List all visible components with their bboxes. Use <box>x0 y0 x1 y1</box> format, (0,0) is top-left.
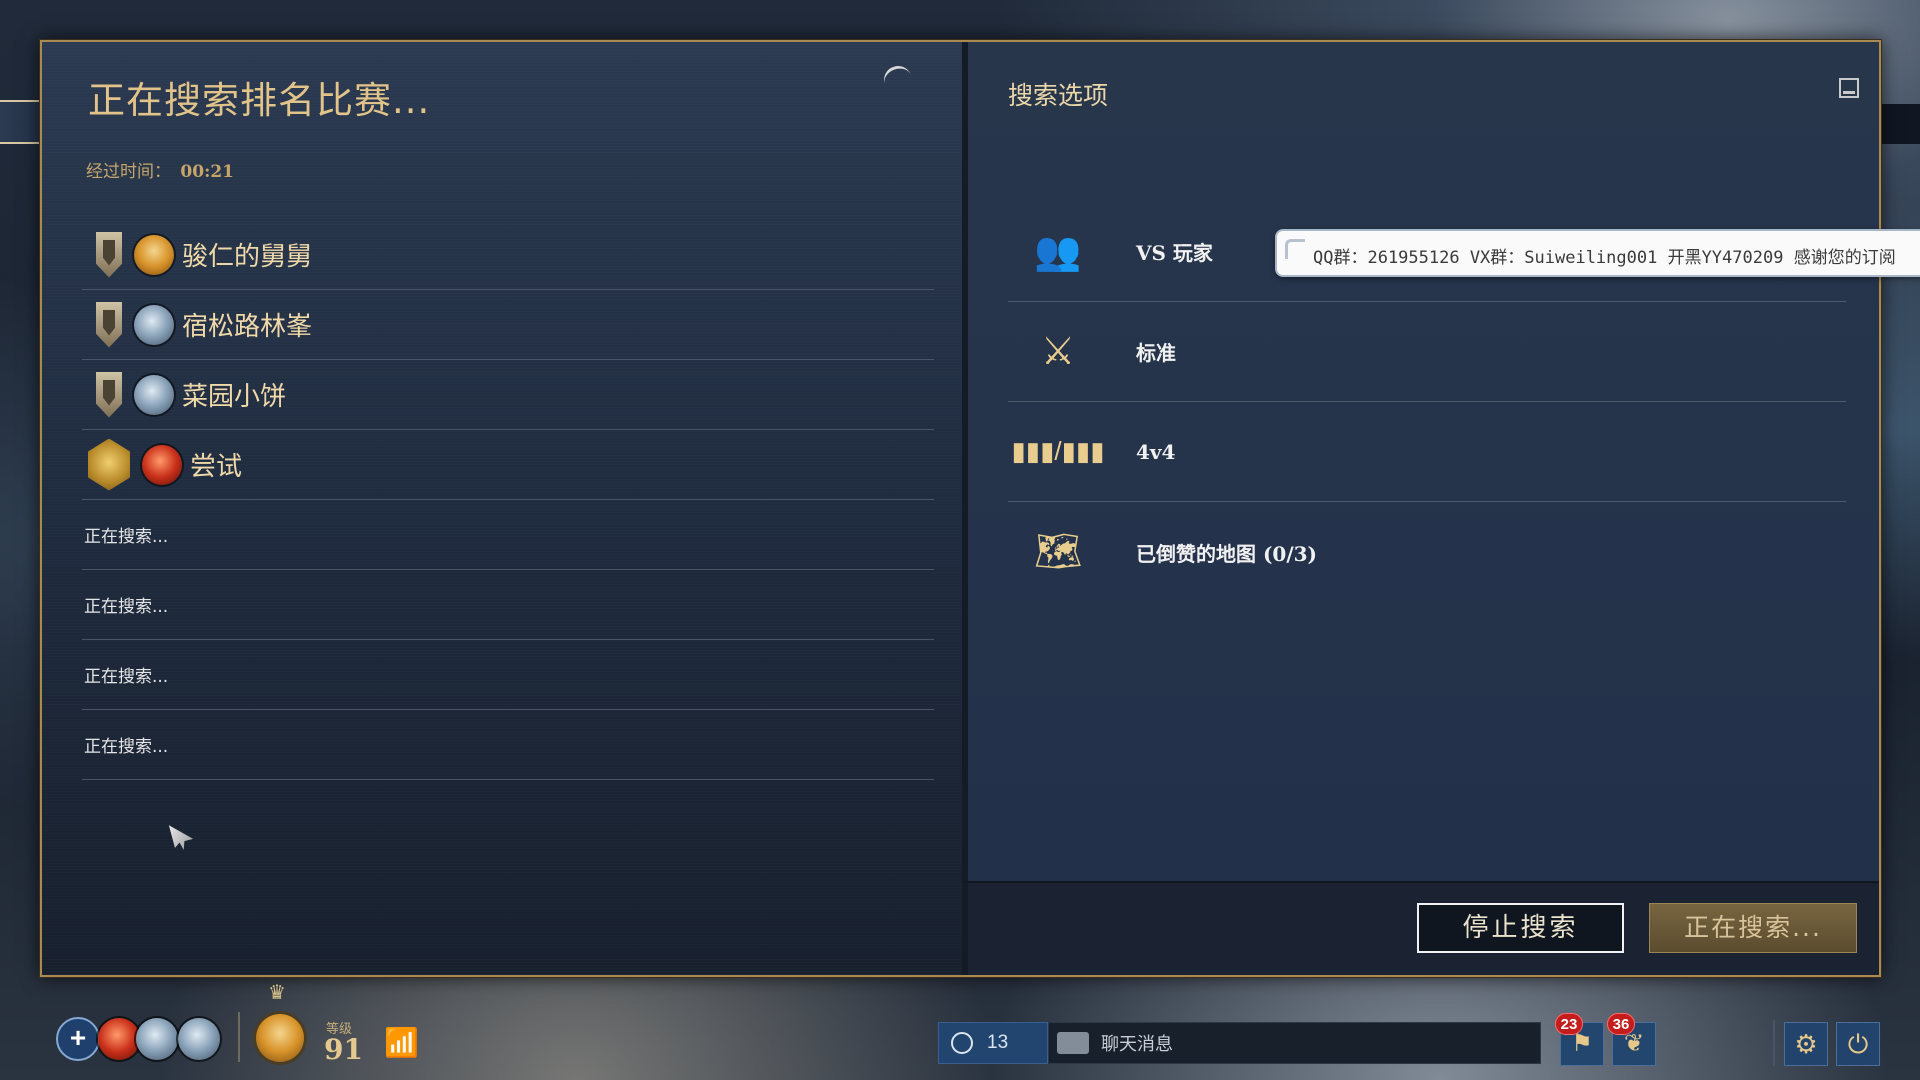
rank-badge-icon <box>96 301 122 348</box>
hud-divider <box>1773 1020 1775 1066</box>
gear-icon: ⚙ <box>1794 1029 1818 1059</box>
elapsed-label: 经过时间： <box>86 162 171 182</box>
power-icon: ⏻ <box>1847 1029 1869 1059</box>
friends-button[interactable]: 13 <box>938 1022 1048 1064</box>
loading-spinner-icon <box>880 62 916 98</box>
player-name: 菜园小饼 <box>182 382 287 412</box>
notifications-button[interactable]: 23 ⚑ <box>1555 1013 1604 1066</box>
party-avatar-icon[interactable] <box>98 1018 140 1060</box>
events-button[interactable]: 36 ❦ <box>1607 1013 1656 1066</box>
rank-badge-gold-icon <box>88 438 130 491</box>
rank-badge-icon <box>96 371 122 418</box>
crossed-swords-icon: ⚔ <box>1040 331 1076 373</box>
party-avatar-icon[interactable] <box>178 1018 220 1060</box>
searching-text: 正在搜索... <box>84 737 169 757</box>
chat-placeholder: 聊天消息 <box>1101 1034 1173 1055</box>
elapsed-value: 00:21 <box>180 162 234 182</box>
searching-slot: 正在搜索... <box>82 710 934 780</box>
party-avatar-icon[interactable] <box>136 1018 178 1060</box>
options-title: 搜索选项 <box>1008 81 1109 110</box>
option-team-size: ▮▮▮/▮▮▮ 4v4 <box>1008 402 1846 502</box>
connection-icon: 📶 <box>384 1027 419 1058</box>
option-label: VS 玩家 <box>1136 241 1213 265</box>
page-title: 正在搜索排名比赛... <box>88 79 431 122</box>
map-icon: 🗺 <box>1033 531 1083 573</box>
rank-badge-icon <box>96 231 122 278</box>
player-name: 尝试 <box>190 452 243 482</box>
searching-button[interactable]: 正在搜索... <box>1649 903 1857 953</box>
searching-text: 正在搜索... <box>84 527 169 547</box>
option-label: 标准 <box>1136 341 1176 365</box>
player-avatar[interactable] <box>256 1014 304 1062</box>
chat-bubble-icon <box>1057 1032 1089 1054</box>
chat-input[interactable]: 聊天消息 <box>1048 1022 1541 1064</box>
power-button[interactable]: ⏻ <box>1836 1022 1880 1066</box>
civ-emblem-icon <box>134 374 174 415</box>
searching-slot: 正在搜索... <box>82 500 934 570</box>
overlay-tooltip: QQ群：261955126 VX群：Suiweiling001 开黑YY4702… <box>1275 229 1920 277</box>
level-value: 91 <box>324 1033 363 1066</box>
option-mode: ⚔ 标准 <box>1008 302 1846 402</box>
minimize-icon[interactable] <box>1839 78 1859 98</box>
notification-badge: 23 <box>1555 1013 1583 1035</box>
civ-emblem-icon <box>142 444 182 485</box>
list-item[interactable]: 尝试 <box>82 430 934 500</box>
option-label: 已倒赞的地图 (0/3) <box>1136 541 1318 566</box>
searching-slot: 正在搜索... <box>82 640 934 710</box>
civ-emblem-icon <box>134 304 174 345</box>
searching-slot: 正在搜索... <box>82 570 934 640</box>
searching-text: 正在搜索... <box>84 667 169 687</box>
notification-badge: 36 <box>1607 1013 1635 1035</box>
option-map-vetoes: 🗺 已倒赞的地图 (0/3) <box>1008 502 1846 602</box>
player-name: 宿松路林峯 <box>182 312 313 342</box>
side-tab-left <box>0 100 40 144</box>
settings-button[interactable]: ⚙ <box>1784 1022 1828 1066</box>
tooltip-tail-icon <box>1285 239 1305 259</box>
team-size-icon: ▮▮▮/▮▮▮ <box>1011 436 1105 466</box>
add-party-member-button[interactable]: + <box>56 1017 100 1061</box>
list-item[interactable]: 骏仁的舅舅 <box>82 220 934 290</box>
players-icon: 👥 <box>1034 230 1082 273</box>
friends-icon <box>951 1032 973 1054</box>
search-options-panel: 搜索选项 👥 VS 玩家 ⚔ 标准 ▮▮▮/▮▮▮ 4v4 🗺 已倒赞的地图 (… <box>962 42 1879 881</box>
list-item[interactable]: 菜园小饼 <box>82 360 934 430</box>
player-name: 骏仁的舅舅 <box>182 242 313 272</box>
civ-emblem-icon <box>134 234 174 275</box>
stop-search-button[interactable]: 停止搜索 <box>1417 903 1624 953</box>
elapsed-time: 经过时间： 00:21 <box>86 157 234 182</box>
list-item[interactable]: 宿松路林峯 <box>82 290 934 360</box>
searching-text: 正在搜索... <box>84 597 169 617</box>
option-label: 4v4 <box>1136 439 1176 464</box>
crown-icon: ♛ <box>268 982 286 1004</box>
party-member-list: 骏仁的舅舅 宿松路林峯 菜园小饼 尝试 正在搜索... 正在搜索... 正在搜索… <box>82 220 934 780</box>
tooltip-text: QQ群：261955126 VX群：Suiweiling001 开黑YY4702… <box>1313 248 1896 268</box>
side-tab-right <box>1878 104 1920 144</box>
hud-divider <box>238 1012 240 1062</box>
matchmaking-window: 正在搜索排名比赛... 经过时间： 00:21 骏仁的舅舅 宿松路林峯 菜园小饼 <box>40 40 1881 977</box>
friends-count: 13 <box>987 1032 1009 1053</box>
